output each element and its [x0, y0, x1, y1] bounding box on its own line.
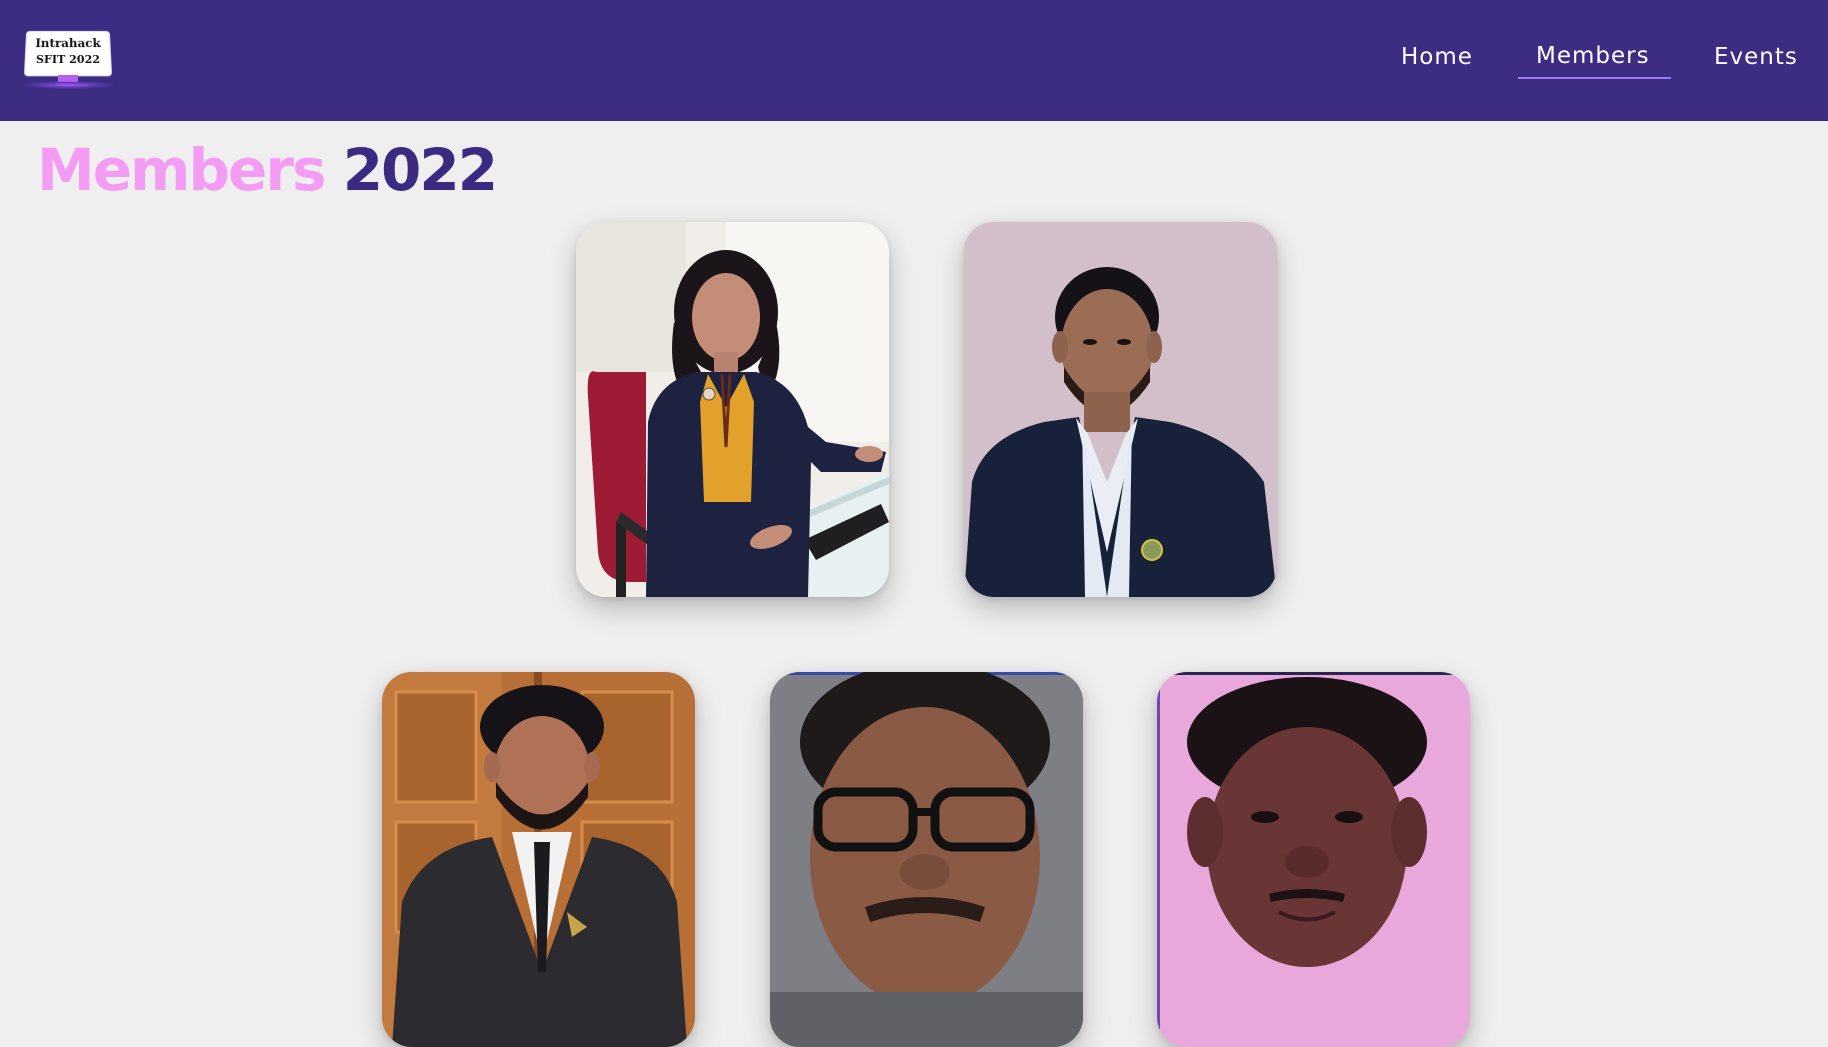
navbar: Intrahack SFIT 2022 Home Members Events: [0, 0, 1828, 121]
logo-screen: Intrahack SFIT 2022: [24, 31, 112, 76]
page-title: Members 2022: [37, 136, 498, 208]
logo-glow: [24, 81, 114, 89]
nav-home-link[interactable]: Home: [1401, 44, 1473, 72]
member-photo-man-in-blazer: [964, 222, 1277, 597]
member-photo-man-with-glasses: [770, 672, 1083, 1047]
nav-active-underline: [1518, 77, 1671, 79]
intrahack-logo[interactable]: Intrahack SFIT 2022: [24, 29, 114, 91]
nav-events-link[interactable]: Events: [1714, 44, 1798, 72]
member-photo-man-pink-wall: [1157, 672, 1470, 1047]
member-card[interactable]: [382, 672, 695, 1047]
member-card[interactable]: [964, 222, 1277, 597]
member-card[interactable]: [576, 222, 889, 597]
page-title-year: 2022: [342, 136, 498, 204]
member-photo-man-in-suit: [382, 672, 695, 1047]
page-title-members: Members: [37, 136, 326, 204]
nav-members-link[interactable]: Members: [1536, 43, 1650, 71]
member-card[interactable]: [1157, 672, 1470, 1047]
logo-line2: SFIT 2022: [35, 53, 101, 67]
member-card[interactable]: [770, 672, 1083, 1047]
member-photo-woman-at-desk: [576, 222, 889, 597]
logo-line1: Intrahack: [35, 36, 101, 51]
